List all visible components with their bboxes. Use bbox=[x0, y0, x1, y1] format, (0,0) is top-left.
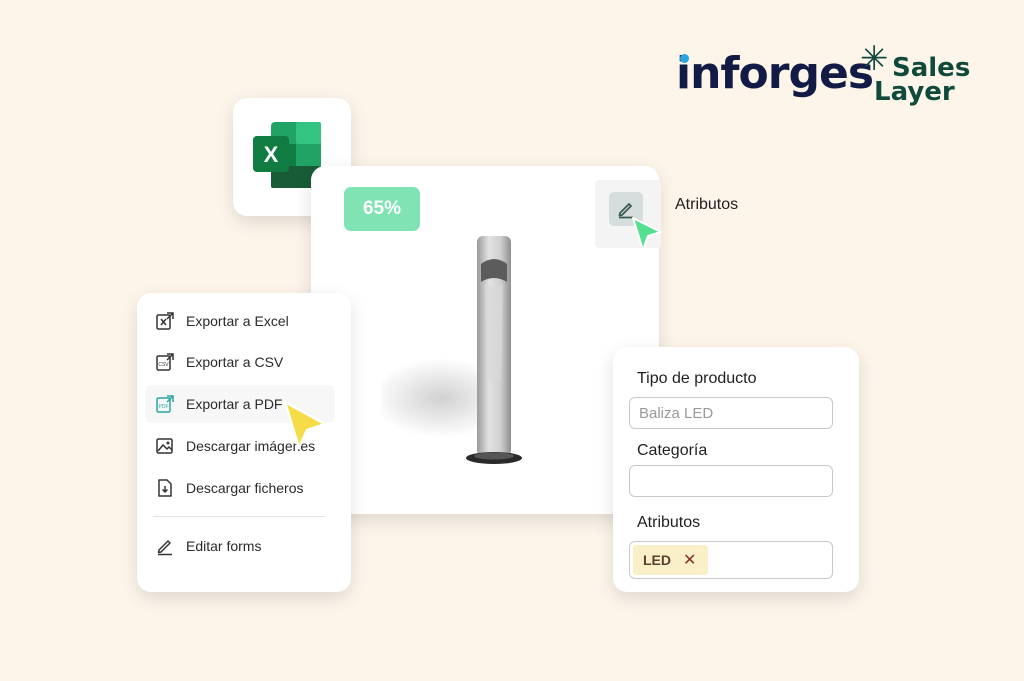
attribute-tag-label: LED bbox=[643, 552, 671, 568]
attribute-tag: LED ✕ bbox=[633, 545, 709, 575]
menu-item-label: Descargar ficheros bbox=[186, 480, 304, 496]
menu-item-export-csv[interactable]: CSV Exportar a CSV bbox=[145, 343, 335, 381]
product-form: Tipo de producto Baliza LED Categoría At… bbox=[613, 347, 859, 592]
inforges-logo-text: inforges bbox=[676, 48, 874, 99]
attributes-input[interactable]: LED ✕ bbox=[629, 541, 833, 579]
cursor-pointer-icon bbox=[632, 217, 662, 251]
remove-tag-icon[interactable]: ✕ bbox=[683, 550, 696, 570]
edit-attributes-area bbox=[595, 180, 662, 251]
category-input[interactable] bbox=[629, 465, 833, 497]
menu-item-label: Exportar a CSV bbox=[186, 354, 284, 370]
export-pdf-icon: PDF bbox=[154, 393, 176, 415]
product-type-label: Tipo de producto bbox=[637, 370, 757, 387]
completion-badge: 65% bbox=[344, 187, 420, 231]
export-excel-icon bbox=[154, 310, 176, 332]
inforges-logo-dot bbox=[680, 54, 689, 63]
product-type-input[interactable]: Baliza LED bbox=[629, 397, 833, 429]
export-csv-icon: CSV bbox=[154, 351, 176, 373]
attributes-label: Atributos bbox=[637, 514, 701, 531]
menu-item-label: Exportar a PDF bbox=[186, 396, 283, 412]
bollard-light-image bbox=[381, 236, 522, 464]
svg-text:CSV: CSV bbox=[158, 362, 169, 368]
saleslayer-asterisk-icon: ✳ bbox=[860, 39, 889, 79]
product-card: 65% bbox=[311, 166, 662, 514]
category-label: Categoría bbox=[637, 442, 708, 459]
product-type-placeholder: Baliza LED bbox=[639, 404, 714, 422]
menu-item-label: Editar forms bbox=[186, 538, 262, 554]
saleslayer-logo-line2: Layer bbox=[874, 77, 955, 107]
attributes-tooltip-label: Atributos bbox=[675, 196, 739, 213]
menu-item-label: Exportar a Excel bbox=[186, 313, 289, 329]
pencil-icon bbox=[154, 535, 176, 557]
download-images-icon bbox=[154, 435, 176, 457]
inforges-logo: inforges bbox=[676, 48, 874, 99]
menu-item-edit-forms[interactable]: Editar forms bbox=[145, 527, 335, 565]
menu-item-export-excel[interactable]: Exportar a Excel bbox=[145, 302, 335, 340]
cursor-pointer-icon bbox=[283, 400, 327, 450]
menu-divider bbox=[153, 516, 325, 517]
svg-text:PDF: PDF bbox=[159, 404, 169, 410]
download-files-icon bbox=[154, 477, 176, 499]
excel-letter: X bbox=[264, 142, 279, 167]
menu-item-download-files[interactable]: Descargar ficheros bbox=[145, 469, 335, 507]
